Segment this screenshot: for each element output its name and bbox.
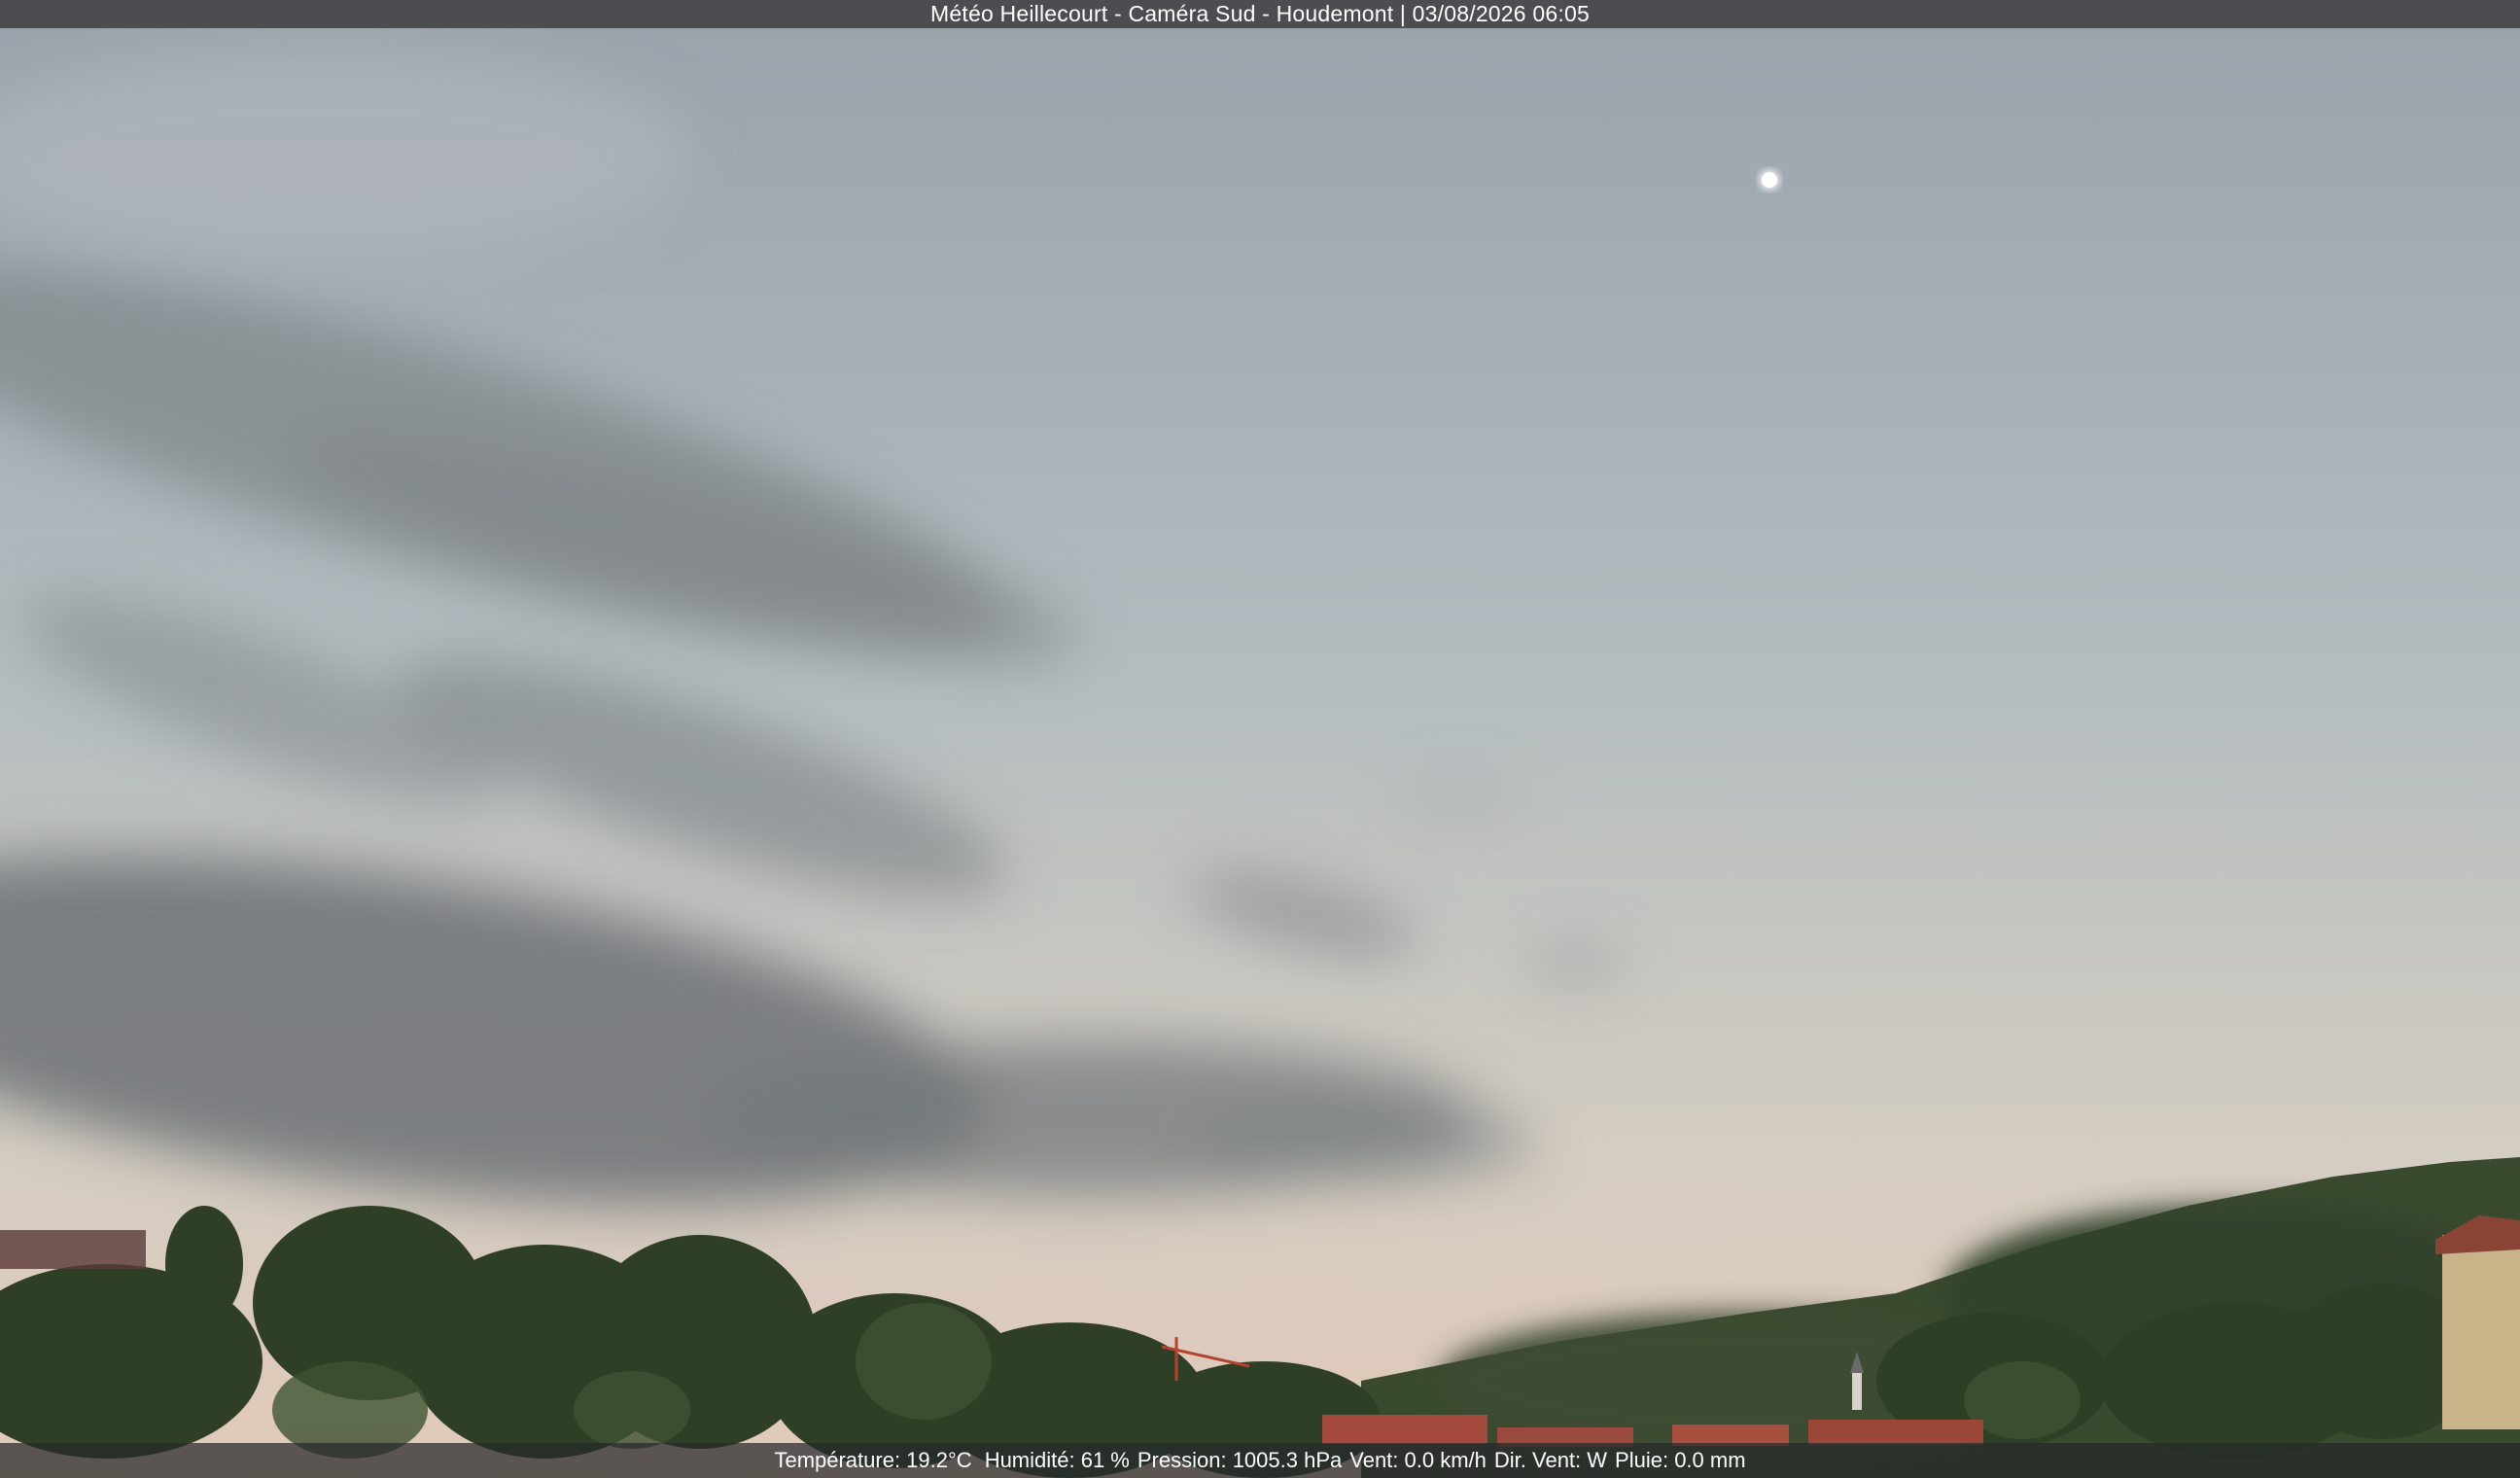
rain-reading: Pluie: 0.0 mm (1615, 1448, 1746, 1472)
wind-speed-reading: Vent: 0.0 km/h (1349, 1448, 1487, 1472)
webcam-title-bar: Météo Heillecourt - Caméra Sud - Houdemo… (0, 0, 2520, 28)
pressure-reading: Pression: 1005.3 hPa (1137, 1448, 1343, 1472)
temperature-reading: Température: 19.2°C (774, 1448, 972, 1472)
webcam-title: Météo Heillecourt - Caméra Sud - Houdemo… (930, 1, 1590, 26)
wind-direction-reading: Dir. Vent: W (1493, 1448, 1608, 1472)
humidity-reading: Humidité: 61 % (984, 1448, 1130, 1472)
weather-data-bar: Température: 19.2°C Humidité: 61 % Press… (0, 1443, 2520, 1478)
webcam-scene (0, 0, 2520, 1478)
